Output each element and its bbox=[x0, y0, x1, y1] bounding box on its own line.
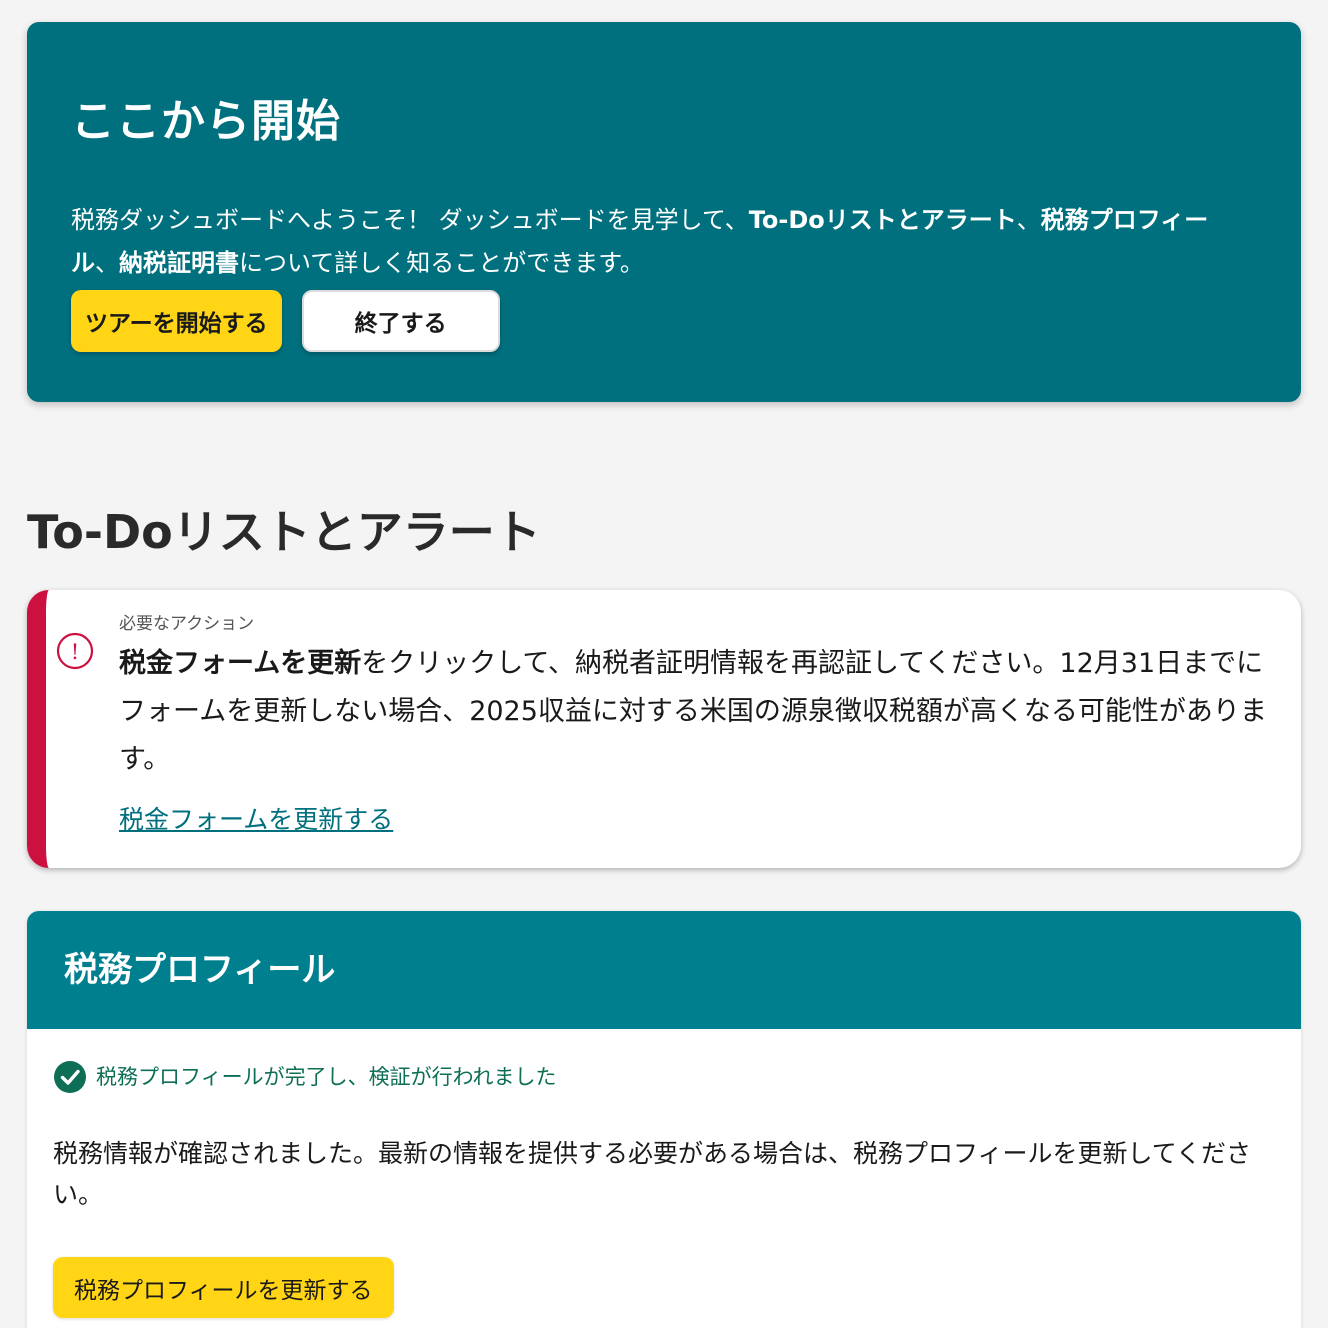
update-tax-form-link[interactable]: 税金フォームを更新する bbox=[119, 802, 393, 838]
alert-eyebrow: 必要なアクション bbox=[119, 614, 255, 634]
intro-text-part: について詳しく知ることができます。 bbox=[239, 249, 644, 277]
tax-profile-title: 税務プロフィール bbox=[64, 950, 336, 990]
tax-profile-status-text: 税務プロフィールが完了し、検証が行われました bbox=[96, 1065, 557, 1089]
check-circle-icon bbox=[54, 1061, 86, 1093]
update-tax-profile-button[interactable]: 税務プロフィールを更新する bbox=[53, 1257, 394, 1318]
todo-heading: To-Doリストとアラート bbox=[27, 505, 541, 559]
alert-icon-glyph: ! bbox=[71, 640, 79, 664]
intro-text-part: 、 bbox=[1016, 206, 1041, 234]
intro-text-bold-certificate: 納税証明書 bbox=[119, 249, 239, 277]
intro-banner: ここから開始 税務ダッシュボードへようこそ！ ダッシュボードを見学して、To-D… bbox=[27, 22, 1301, 402]
intro-text-bold-todo: To-Doリストとアラート bbox=[748, 206, 1017, 234]
tax-profile-header: 税務プロフィール bbox=[27, 911, 1301, 1029]
tax-dashboard-page: ここから開始 税務ダッシュボードへようこそ！ ダッシュボードを見学して、To-D… bbox=[0, 0, 1328, 1328]
alert-body-bold: 税金フォームを更新 bbox=[119, 648, 362, 679]
intro-text-part: 、 bbox=[95, 249, 119, 277]
intro-text-part: 税務ダッシュボードへようこそ！ ダッシュボードを見学して、 bbox=[71, 206, 749, 234]
start-tour-button[interactable]: ツアーを開始する bbox=[71, 290, 282, 352]
tax-profile-card: 税務プロフィール 税務プロフィールが完了し、検証が行われました 税務情報が確認さ… bbox=[27, 911, 1301, 1328]
tax-profile-description: 税務情報が確認されました。最新の情報を提供する必要がある場合は、税務プロフィール… bbox=[53, 1139, 1252, 1209]
intro-text: 税務ダッシュボードへようこそ！ ダッシュボードを見学して、To-Doリストとアラ… bbox=[71, 199, 1251, 285]
intro-title: ここから開始 bbox=[71, 96, 341, 147]
intro-buttons: ツアーを開始する 終了する bbox=[71, 290, 500, 352]
exit-tour-button[interactable]: 終了する bbox=[301, 290, 500, 352]
tax-profile-status: 税務プロフィールが完了し、検証が行われました bbox=[53, 1060, 557, 1094]
action-required-alert: ! 必要なアクション 税金フォームを更新をクリックして、納税者証明情報を再認証し… bbox=[27, 590, 1301, 868]
alert-body: 税金フォームを更新をクリックして、納税者証明情報を再認証してください。12月31… bbox=[119, 640, 1289, 784]
exclamation-circle-icon: ! bbox=[56, 632, 94, 670]
